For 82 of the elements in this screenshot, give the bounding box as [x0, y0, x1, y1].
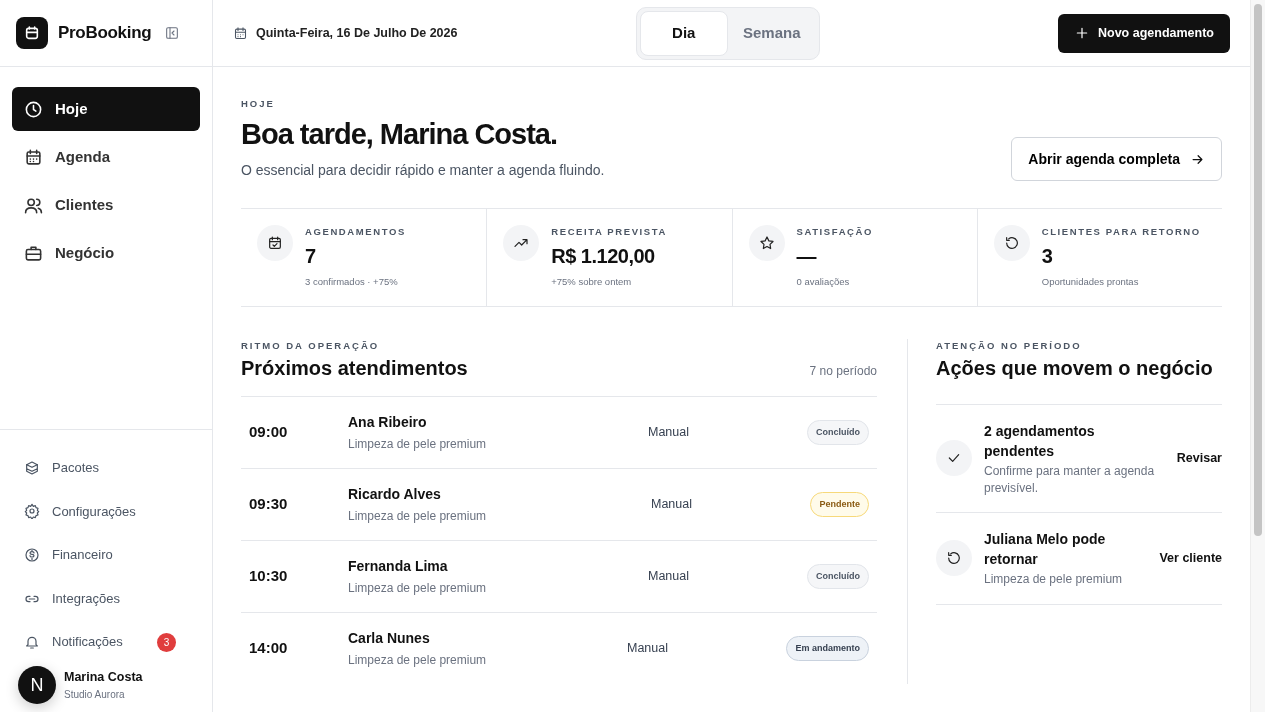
appointment-count: 7 no período: [809, 362, 877, 380]
refresh-icon: [1003, 235, 1020, 252]
stat-value: —: [796, 244, 818, 270]
sidebar-item[interactable]: Notificações 3: [12, 620, 200, 664]
stat-value: R$ 1.120,00: [551, 244, 656, 270]
appointment-time: 14:00: [249, 639, 288, 657]
star-icon: [758, 235, 775, 252]
view-tab[interactable]: Dia: [639, 10, 728, 56]
bell-icon: [24, 634, 40, 651]
briefcase-icon: [24, 243, 43, 263]
booking-source: Manual: [627, 639, 668, 657]
open-agenda-button[interactable]: Abrir agenda completa: [1011, 137, 1222, 182]
action-description: Confirme para manter a agenda previsível.: [984, 463, 1156, 496]
sidebar-item[interactable]: Pacotes: [12, 446, 200, 490]
view-tab[interactable]: Semana: [727, 10, 816, 56]
stat-note: 0 avaliações: [796, 275, 851, 290]
status-badge: Pendente: [810, 491, 869, 518]
plus-icon: [1074, 25, 1090, 41]
action-link[interactable]: Ver cliente: [1159, 548, 1222, 568]
section-label: HOJE: [241, 97, 276, 111]
action-link[interactable]: Revisar: [1176, 448, 1222, 468]
users-icon: [24, 195, 43, 215]
appointment-time: 10:30: [249, 567, 288, 585]
notification-count: 3: [157, 632, 176, 652]
stat-label: CLIENTES PARA RETORNO: [1041, 225, 1201, 240]
client-name: Carla Nunes: [348, 628, 431, 648]
action-description: Limpeza de pele premium: [984, 571, 1124, 588]
appointment-time: 09:00: [249, 423, 288, 441]
stat-label: SATISFAÇÃO: [796, 225, 874, 240]
stat-value: 3: [1041, 244, 1054, 270]
booking-source: Manual: [651, 495, 692, 513]
gear-icon: [24, 503, 40, 520]
box-icon: [24, 459, 40, 476]
service-name: Limpeza de pele premium: [348, 579, 488, 597]
dollar-icon: [24, 547, 40, 563]
sidebar-item[interactable]: Integrações: [12, 576, 200, 621]
sidebar-item[interactable]: Negócio: [12, 231, 200, 275]
user-avatar[interactable]: N: [18, 666, 56, 704]
sidebar-item[interactable]: Agenda: [12, 135, 200, 179]
sidebar-item[interactable]: Hoje: [12, 87, 200, 131]
client-name: Ricardo Alves: [348, 484, 442, 504]
section-title: Ações que movem o negócio: [936, 355, 1214, 380]
stat-note: Oportunidades prontas: [1041, 275, 1140, 290]
action-title: 2 agendamentos pendentes: [984, 421, 1096, 462]
service-name: Limpeza de pele premium: [348, 651, 488, 669]
current-date: Quinta-Feira, 16 De Julho De 2026: [256, 24, 458, 42]
stat-label: RECEITA PREVISTA: [551, 225, 667, 240]
status-badge: Em andamento: [786, 635, 869, 662]
refresh-icon: [946, 550, 962, 567]
appointment-time: 09:30: [249, 495, 288, 513]
company-name: Studio Aurora: [64, 687, 126, 702]
booking-source: Manual: [648, 423, 689, 441]
section-label: ATENÇÃO NO PERÍODO: [936, 338, 1083, 353]
client-name: Fernanda Lima: [348, 556, 449, 576]
collapse-sidebar-icon[interactable]: [164, 25, 180, 41]
sidebar-item[interactable]: Clientes: [12, 183, 200, 227]
calendar-check-icon: [267, 235, 283, 252]
action-title: Juliana Melo pode retornar: [984, 529, 1107, 570]
calendar-icon: [233, 25, 248, 41]
subtitle: O essencial para decidir rápido e manter a agenda fluindo.: [241, 161, 605, 181]
stat-label: AGENDAMENTOS: [305, 225, 406, 240]
service-name: Limpeza de pele premium: [348, 507, 488, 525]
section-label: RITMO DA OPERAÇÃO: [241, 338, 381, 353]
user-name: Marina Costa: [64, 669, 143, 687]
calendar-icon: [24, 147, 43, 167]
status-badge: Concluído: [807, 563, 869, 590]
scrollbar[interactable]: [1250, 0, 1265, 712]
sidebar-item[interactable]: Configurações: [12, 489, 200, 534]
client-name: Ana Ribeiro: [348, 412, 428, 432]
stat-note: 3 confirmados · +75%: [305, 275, 399, 290]
brand-name: ProBooking: [58, 22, 152, 45]
section-title: Próximos atendimentos: [241, 355, 468, 380]
service-name: Limpeza de pele premium: [348, 435, 488, 453]
sidebar-item[interactable]: Financeiro: [12, 533, 200, 577]
stat-value: 7: [305, 244, 317, 270]
greeting-title: Boa tarde, Marina Costa.: [241, 117, 559, 153]
stat-note: +75% sobre ontem: [551, 275, 633, 290]
booking-source: Manual: [648, 567, 689, 585]
status-badge: Concluído: [807, 419, 869, 446]
logo-icon: [16, 17, 48, 49]
clock-icon: [24, 99, 43, 119]
new-appointment-button[interactable]: Novo agendamento: [1058, 13, 1230, 53]
